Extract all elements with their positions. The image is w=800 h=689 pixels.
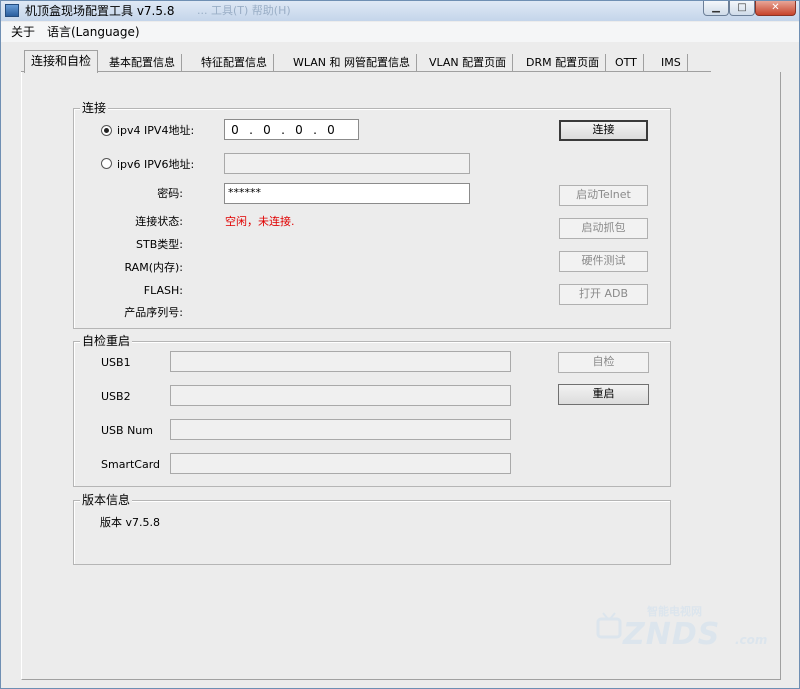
ipv4-octet-2: 0 [263,122,271,137]
version-text: 版本 v7.5.8 [100,516,160,529]
tab-vlan-config[interactable]: VLAN 配置页面 [423,54,514,72]
menu-language[interactable]: 语言(Language) [47,25,140,39]
window-title: 机顶盒现场配置工具 v7.5.8 [25,4,175,18]
password-field[interactable]: ****** [224,183,470,204]
ipv6-address-field[interactable] [224,153,470,174]
tab-wlan-config[interactable]: WLAN 和 网管配置信息 [287,54,418,72]
title-bar[interactable]: 机顶盒现场配置工具 v7.5.8 ... 工具(T) 帮助(H) ▁ □ ✕ [1,1,799,21]
status-label: 连接状态: [135,215,183,228]
hardware-test-button[interactable]: 硬件测试 [559,251,648,272]
flash-label: FLASH: [143,284,183,297]
connect-button[interactable]: 连接 [559,120,648,141]
reboot-button[interactable]: 重启 [558,384,649,405]
start-capture-button[interactable]: 启动抓包 [559,218,648,239]
ipv4-dot: . [281,122,285,137]
ipv6-label: ipv6 IPV6地址: [117,158,195,171]
open-adb-button[interactable]: 打开 ADB [559,284,648,305]
selftest-button[interactable]: 自检 [558,352,649,373]
ipv4-address-field[interactable]: 0 . 0 . 0 . 0 [224,119,359,140]
tab-basic-config[interactable]: 基本配置信息 [103,54,182,72]
usb-num-field [170,419,511,440]
title-ghost-text: ... 工具(T) 帮助(H) [197,4,291,17]
menu-bar: 关于 语言(Language) [1,22,799,42]
ipv4-dot: . [313,122,317,137]
connect-group-title: 连接 [80,101,109,115]
usb2-label: USB2 [101,390,131,403]
status-value: 空闲，未连接. [225,215,295,228]
ipv4-label: ipv4 IPV4地址: [117,124,195,137]
tab-feature-config[interactable]: 特征配置信息 [195,54,274,72]
close-button[interactable]: ✕ [755,1,796,16]
ram-label: RAM(内存): [124,261,183,274]
ipv4-dot: . [249,122,253,137]
usb-num-label: USB Num [101,424,153,437]
version-group-title: 版本信息 [80,493,133,507]
ipv4-octet-4: 0 [327,122,335,137]
password-label: 密码: [157,187,183,200]
watermark-suffix: .com [735,633,768,647]
watermark-brand: ZNDS [623,617,721,652]
ipv4-octet-1: 0 [231,122,239,137]
usb1-label: USB1 [101,356,131,369]
serial-number-label: 产品序列号: [124,306,183,319]
znds-watermark: 智能电视网 ZNDS .com [595,601,775,657]
maximize-button[interactable]: □ [729,1,755,16]
minimize-button[interactable]: ▁ [703,1,729,16]
app-icon [5,4,19,17]
menu-about[interactable]: 关于 [11,25,35,39]
start-telnet-button[interactable]: 启动Telnet [559,185,648,206]
app-window: 机顶盒现场配置工具 v7.5.8 ... 工具(T) 帮助(H) ▁ □ ✕ 关… [0,0,800,689]
ipv4-octet-3: 0 [295,122,303,137]
tab-ims[interactable]: IMS [655,54,688,72]
smartcard-label: SmartCard [101,458,161,471]
tab-strip: 连接和自检 基本配置信息 特征配置信息 WLAN 和 网管配置信息 VLAN 配… [21,50,711,73]
tab-drm-config[interactable]: DRM 配置页面 [520,54,607,72]
tv-logo-icon [596,612,622,639]
stb-type-label: STB类型: [136,238,183,251]
tab-connect-selftest[interactable]: 连接和自检 [24,50,99,73]
usb2-field [170,385,511,406]
tab-ott[interactable]: OTT [609,54,644,72]
smartcard-field [170,453,511,474]
usb1-field [170,351,511,372]
ipv4-radio[interactable] [101,125,112,136]
ipv6-radio[interactable] [101,158,112,169]
selftest-group-title: 自检重启 [80,334,133,348]
version-group: 版本信息 [73,493,671,565]
